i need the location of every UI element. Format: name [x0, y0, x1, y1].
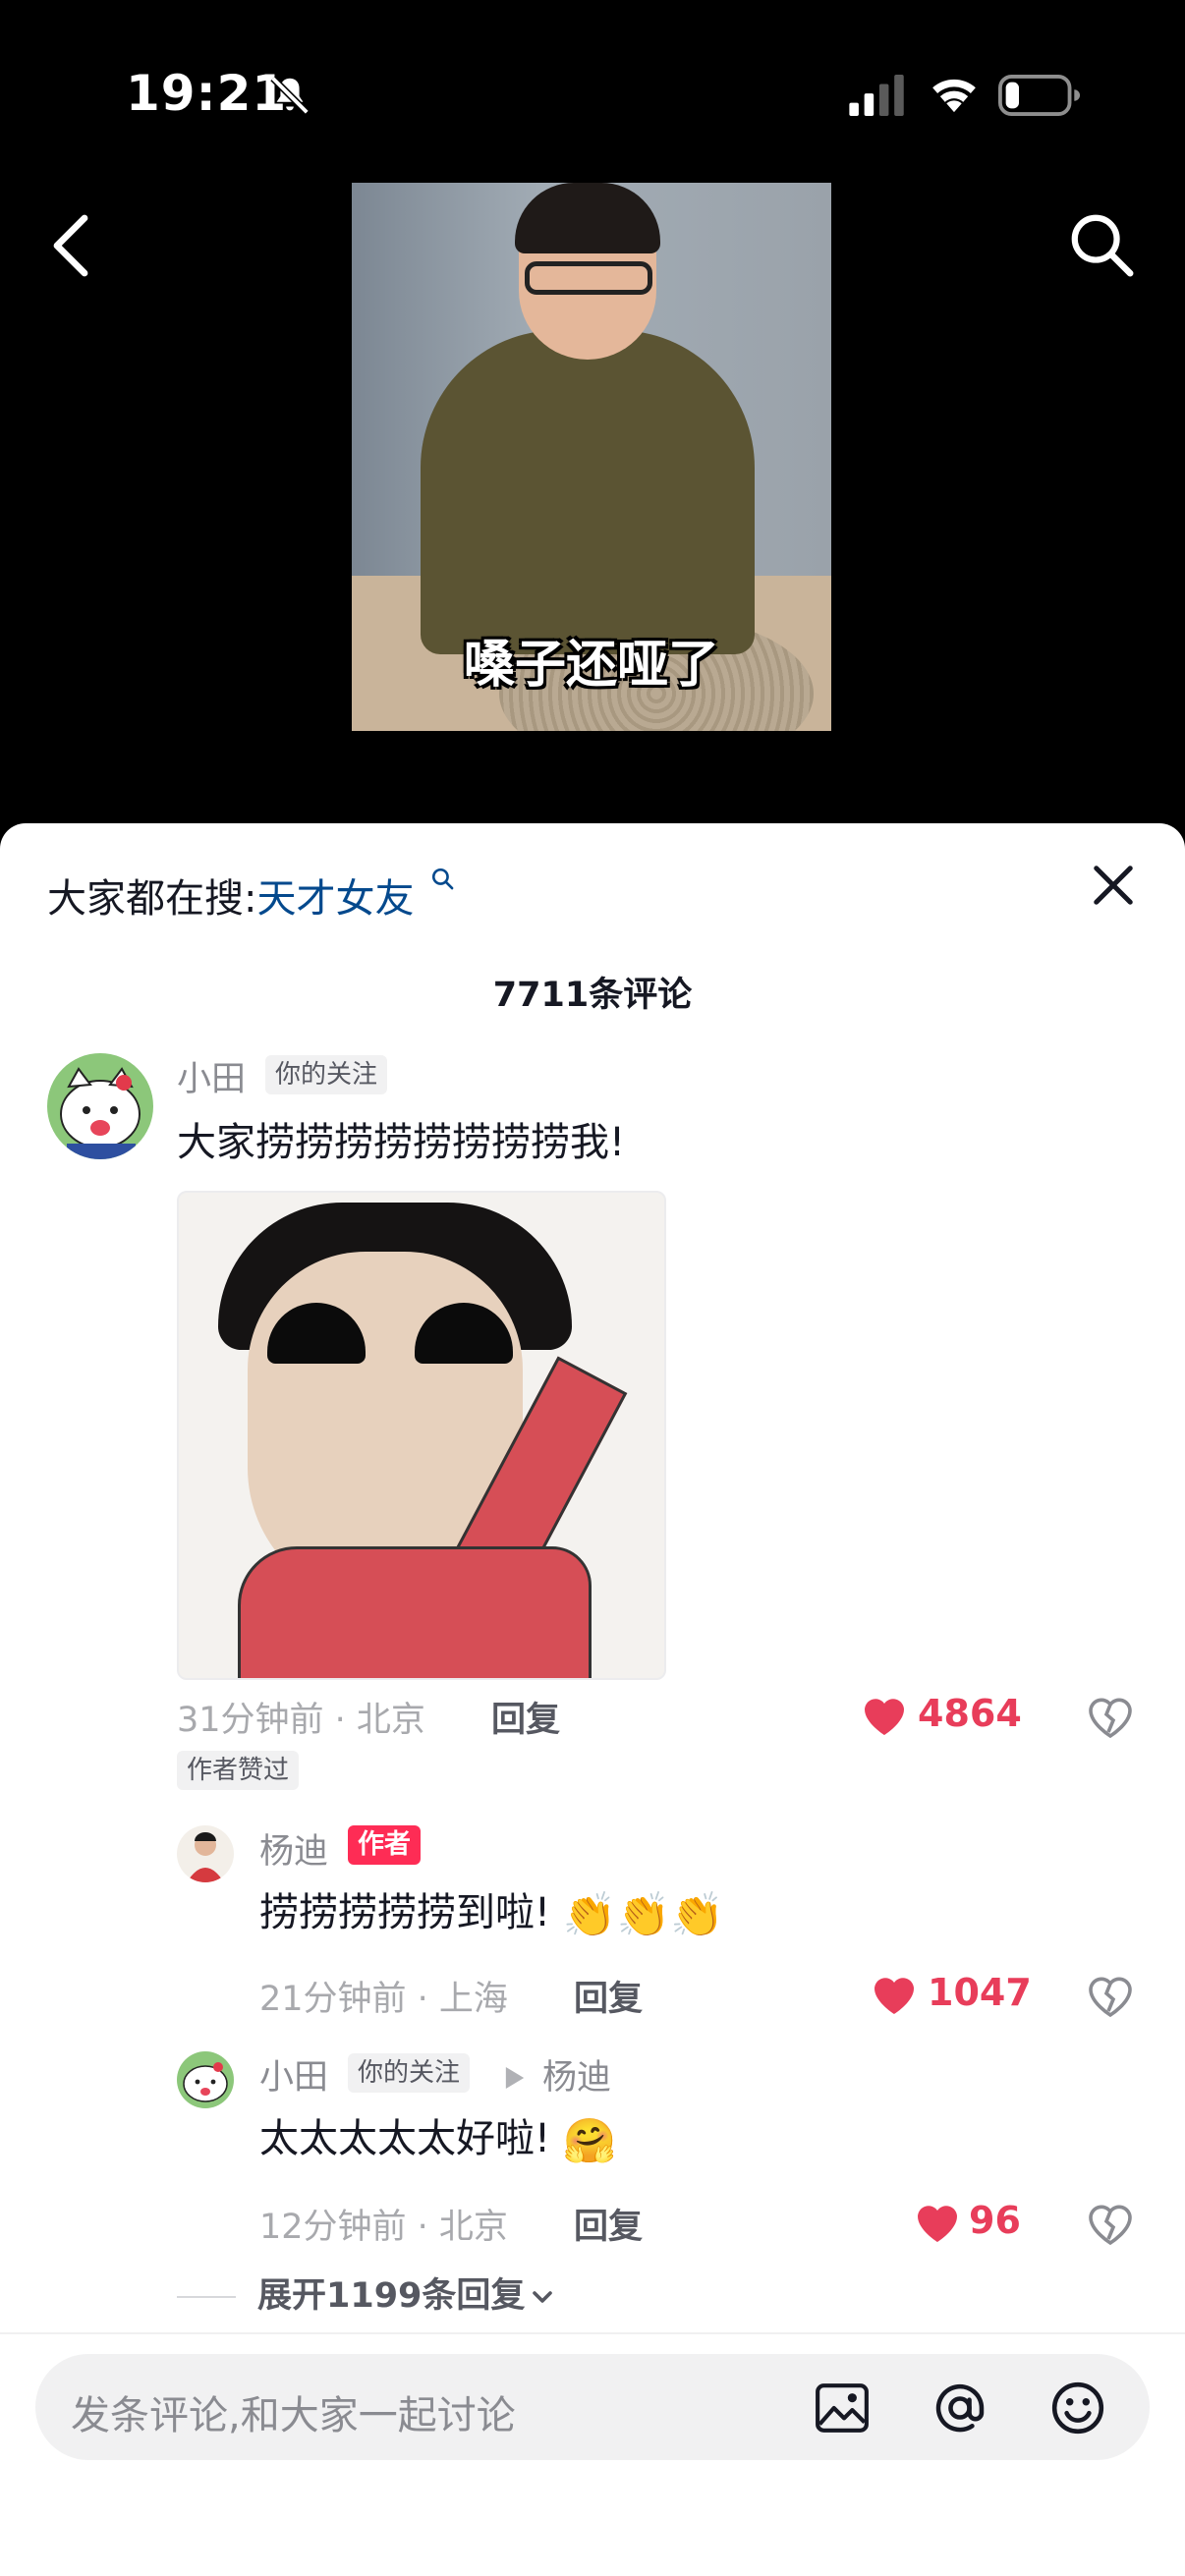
comment-input[interactable]: 发条评论,和大家一起讨论: [35, 2354, 1150, 2460]
like-count: 1047: [928, 1971, 1032, 2014]
mini-search-icon: [432, 868, 454, 890]
chevron-down-icon: [533, 2291, 553, 2303]
battery-icon: [998, 75, 1081, 116]
reply-author[interactable]: 杨迪: [259, 1823, 328, 1874]
reply-time-location: 21分钟前 · 上海: [259, 1980, 508, 2019]
reply-button[interactable]: 回复: [491, 1692, 560, 1742]
reply-button[interactable]: 回复: [574, 1971, 643, 2021]
expand-divider: [177, 2296, 236, 2298]
reply-author[interactable]: 小田: [259, 2049, 328, 2100]
reply-text[interactable]: 太太太太太好啦! 🤗: [259, 2106, 617, 2166]
comment-sheet: 大家都在搜:天才女友 7711条评论 小田 你的关注 大家捞捞捞捞捞捞捞捞我!: [0, 823, 1185, 2576]
like-count: 96: [969, 2199, 1021, 2242]
hot-search[interactable]: 大家都在搜:天才女友: [47, 867, 456, 924]
comment-text[interactable]: 大家捞捞捞捞捞捞捞捞我!: [177, 1110, 625, 1167]
clap-emoji: 👏👏👏: [562, 1890, 725, 1940]
status-bar: 19:21: [0, 0, 1185, 196]
hello-kitty-avatar-image: [177, 2051, 234, 2108]
expand-label: 展开1199条回复: [257, 2276, 526, 2316]
heart-icon[interactable]: [914, 2201, 961, 2244]
bell-slash-icon: [270, 76, 310, 115]
reply-text-content: 捞捞捞捞捞到啦!: [259, 1890, 551, 1935]
wifi-icon: [932, 79, 976, 113]
video-thumbnail[interactable]: 嗓子还哑了: [352, 183, 831, 731]
video-person-body: [421, 330, 755, 654]
comment-author[interactable]: 小田: [177, 1051, 246, 1101]
close-icon[interactable]: [1091, 863, 1136, 908]
avatar[interactable]: [47, 1053, 153, 1159]
comment-count: 7711条评论: [492, 976, 693, 1015]
avatar[interactable]: [177, 1825, 234, 1882]
author-liked-tag: 作者赞过: [177, 1751, 300, 1790]
hello-kitty-avatar-image: [47, 1053, 153, 1159]
emoji-icon[interactable]: [1049, 2380, 1106, 2436]
avatar[interactable]: [177, 2051, 234, 2108]
image-icon[interactable]: [814, 2380, 871, 2436]
comment-image[interactable]: [177, 1191, 666, 1680]
signal-icon: [849, 75, 904, 116]
input-divider: [0, 2332, 1185, 2334]
dislike-icon[interactable]: [1087, 1694, 1134, 1739]
meme-shirt: [238, 1546, 592, 1678]
author-avatar-image: [177, 1825, 234, 1882]
hot-search-keyword[interactable]: 天才女友: [256, 876, 414, 922]
search-icon[interactable]: [1067, 210, 1136, 279]
author-tag: 作者: [348, 1825, 421, 1865]
reply-text-content: 太太太太太好啦!: [259, 2116, 551, 2161]
reply-arrow-icon: [505, 2067, 525, 2089]
expand-replies-button[interactable]: 展开1199条回复: [177, 2268, 554, 2318]
comment-input-placeholder: 发条评论,和大家一起讨论: [71, 2393, 516, 2438]
reply-text[interactable]: 捞捞捞捞捞到啦! 👏👏👏: [259, 1880, 724, 1940]
hug-emoji: 🤗: [562, 2116, 617, 2166]
follow-tag: 你的关注: [265, 1055, 388, 1094]
heart-icon[interactable]: [861, 1694, 908, 1737]
heart-icon[interactable]: [871, 1973, 918, 2016]
video-caption: 嗓子还哑了: [463, 636, 719, 695]
hot-search-prefix: 大家都在搜:: [47, 876, 257, 922]
dislike-icon[interactable]: [1087, 2201, 1134, 2246]
follow-tag: 你的关注: [348, 2053, 471, 2093]
reply-to-name[interactable]: 杨迪: [542, 2049, 611, 2100]
back-icon[interactable]: [45, 210, 92, 281]
comment-time-location: 31分钟前 · 北京: [177, 1701, 425, 1740]
dislike-icon[interactable]: [1087, 1973, 1134, 2018]
status-time: 19:21: [126, 65, 288, 122]
video-person-glasses: [525, 261, 652, 295]
at-icon[interactable]: [931, 2380, 988, 2436]
like-count: 4864: [918, 1692, 1022, 1735]
reply-time-location: 12分钟前 · 北京: [259, 2208, 508, 2247]
reply-button[interactable]: 回复: [574, 2199, 643, 2249]
